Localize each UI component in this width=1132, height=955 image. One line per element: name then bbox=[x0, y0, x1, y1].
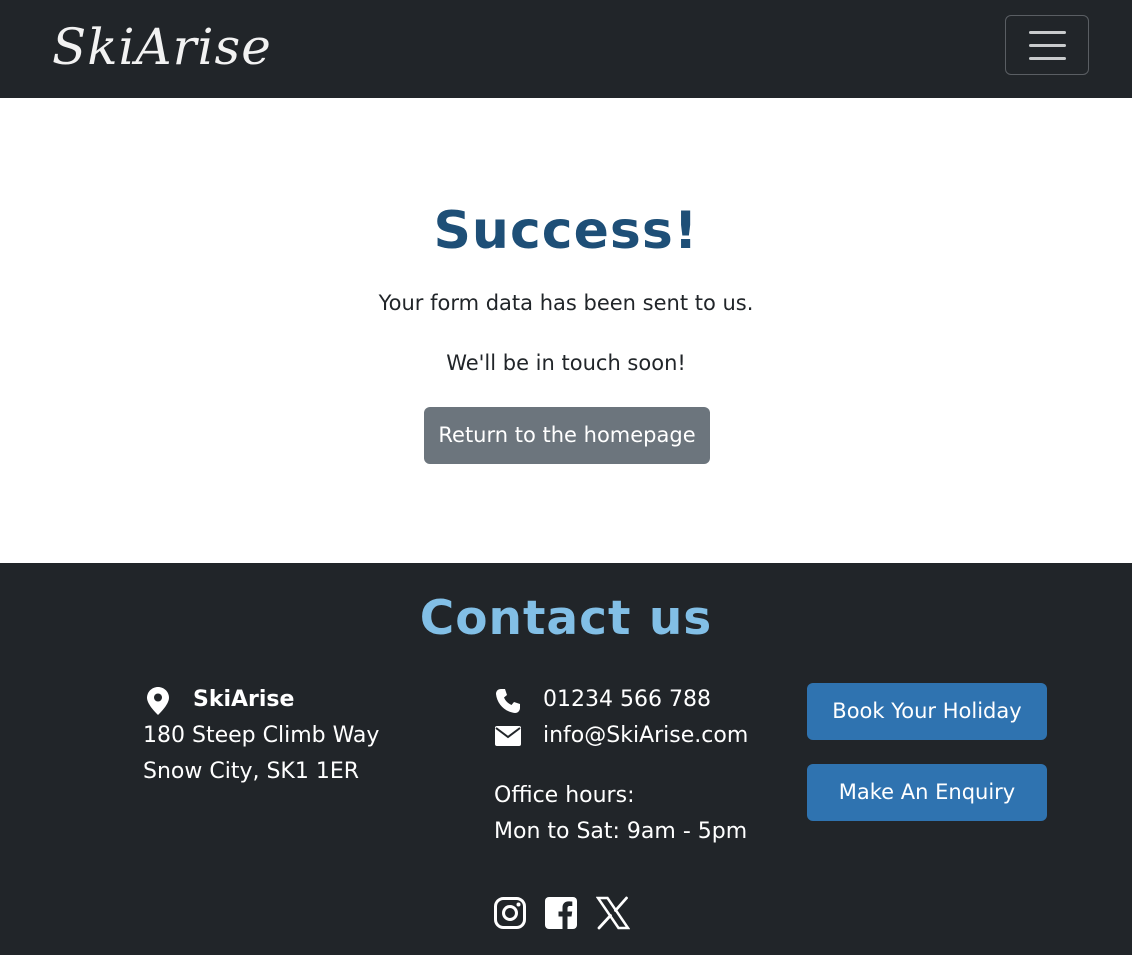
follow-up-message: We'll be in touch soon! bbox=[446, 351, 686, 375]
main-content: Success! Your form data has been sent to… bbox=[0, 98, 1132, 563]
success-heading: Success! bbox=[433, 201, 699, 261]
company-name: SkiArise bbox=[193, 687, 295, 712]
book-holiday-button[interactable]: Book Your Holiday bbox=[807, 683, 1047, 740]
site-logo[interactable]: SkiArise bbox=[52, 12, 272, 82]
office-hours-value: Mon to Sat: 9am - 5pm bbox=[494, 819, 748, 844]
address-line-1: 180 Steep Climb Way bbox=[143, 723, 380, 748]
make-enquiry-button[interactable]: Make An Enquiry bbox=[807, 764, 1047, 821]
phone-link[interactable]: 01234 566 788 bbox=[543, 687, 711, 712]
email-link[interactable]: info@SkiArise.com bbox=[543, 723, 748, 748]
envelope-icon bbox=[495, 726, 521, 746]
footer: Contact us SkiArise 180 Steep Climb Way … bbox=[0, 563, 1132, 955]
instagram-link[interactable] bbox=[493, 896, 527, 930]
facebook-link[interactable] bbox=[544, 896, 578, 930]
x-icon bbox=[595, 896, 631, 930]
address-line-2: Snow City, SK1 1ER bbox=[143, 759, 360, 784]
facebook-icon bbox=[545, 897, 577, 929]
location-pin-icon bbox=[147, 687, 169, 715]
confirmation-message: Your form data has been sent to us. bbox=[378, 291, 754, 315]
x-link[interactable] bbox=[595, 896, 631, 930]
navbar: SkiArise bbox=[0, 0, 1132, 98]
contact-heading: Contact us bbox=[419, 591, 713, 646]
office-hours-label: Office hours: bbox=[494, 783, 635, 808]
phone-icon bbox=[496, 689, 520, 713]
return-home-button[interactable]: Return to the homepage bbox=[424, 407, 710, 464]
hamburger-menu-button[interactable] bbox=[1005, 15, 1089, 75]
instagram-icon bbox=[494, 897, 526, 929]
